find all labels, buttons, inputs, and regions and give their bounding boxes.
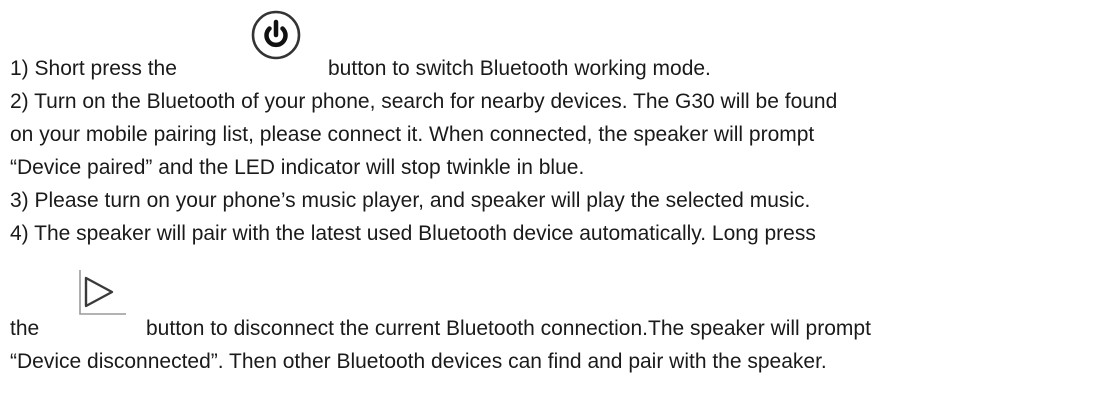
- step2-line-3: “Device paired” and the LED indicator wi…: [10, 156, 585, 179]
- step4-line-3: “Device disconnected”. Then other Blueto…: [10, 350, 827, 373]
- power-icon: [246, 8, 306, 62]
- step2-line-2: on your mobile pairing list, please conn…: [10, 123, 815, 146]
- step1-text-after-icon: button to switch Bluetooth working mode.: [328, 57, 711, 80]
- play-icon: [78, 268, 128, 316]
- step4-line-1: 4) The speaker will pair with the latest…: [10, 222, 816, 245]
- step2-line-1: 2) Turn on the Bluetooth of your phone, …: [10, 90, 838, 113]
- step4-text-after-icon: button to disconnect the current Bluetoo…: [146, 317, 871, 340]
- step1-text-before-icon: 1) Short press the: [10, 57, 177, 80]
- step3-line: 3) Please turn on your phone’s music pla…: [10, 189, 811, 212]
- step4-text-before-icon: the: [10, 317, 40, 340]
